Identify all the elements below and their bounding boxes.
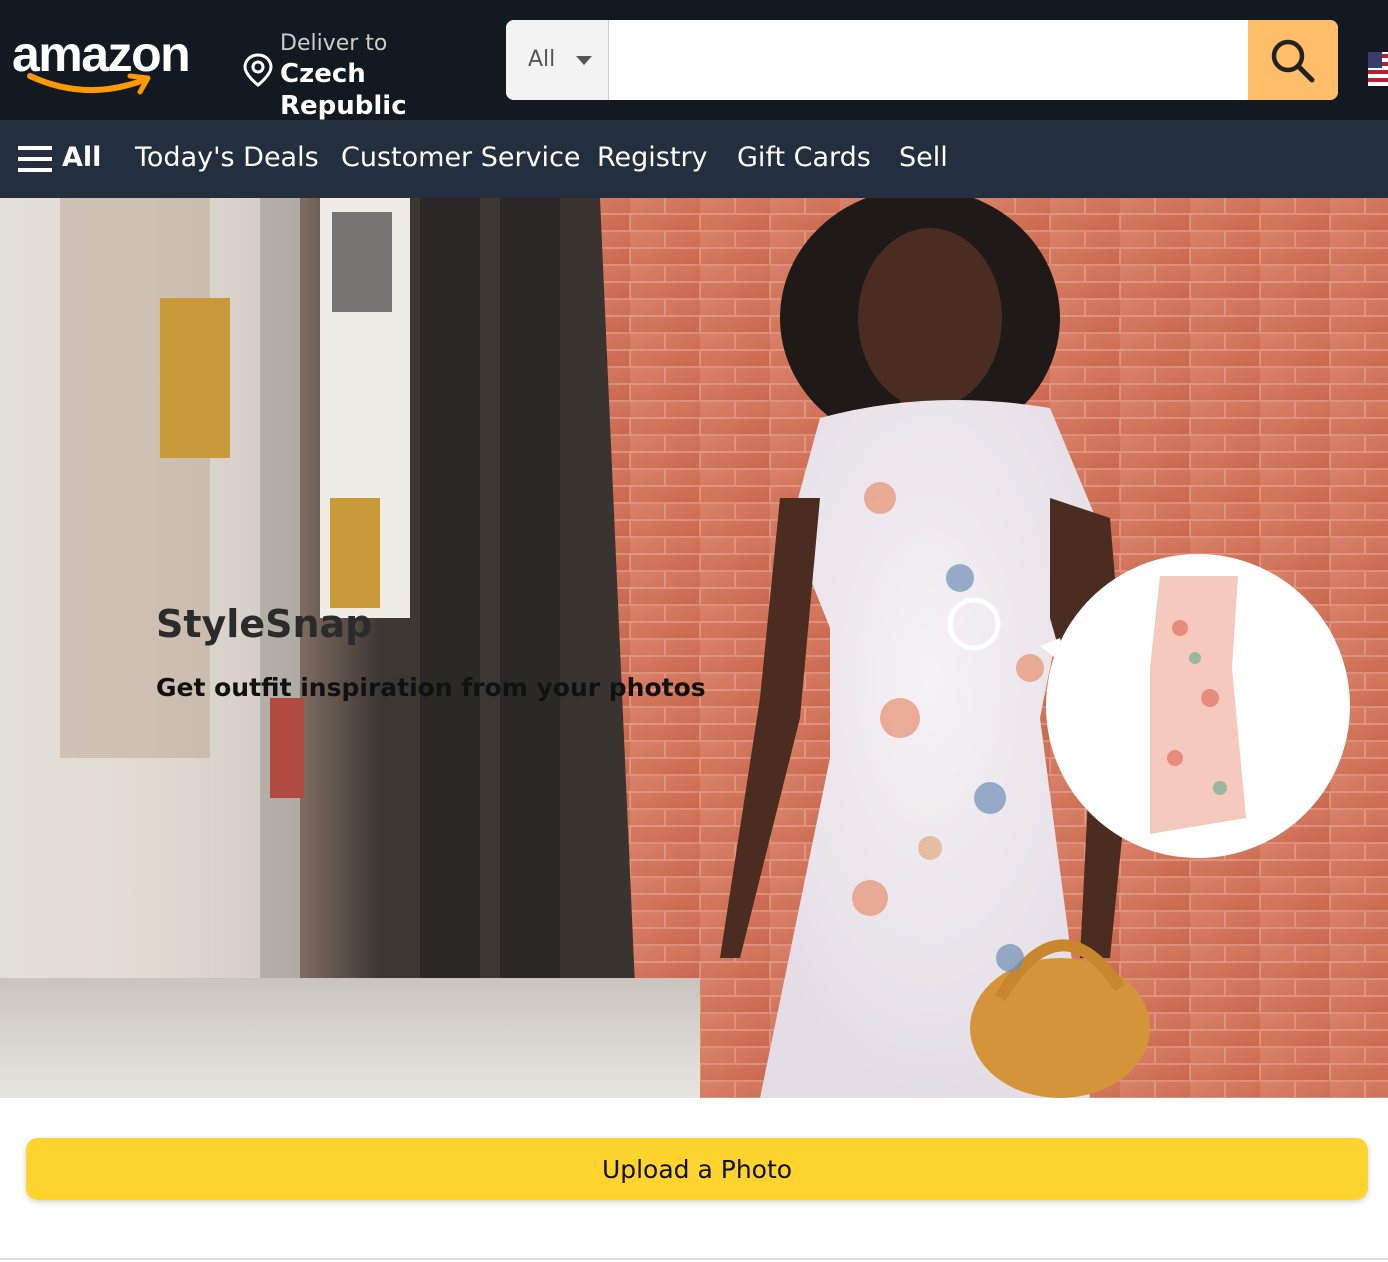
nav-customer-service[interactable]: Customer Service bbox=[341, 140, 581, 176]
bottom-divider bbox=[0, 1258, 1388, 1260]
nav-sell[interactable]: Sell bbox=[899, 140, 948, 176]
search-input[interactable] bbox=[609, 20, 1248, 100]
nav-all-menu[interactable]: All bbox=[18, 140, 101, 176]
chevron-down-icon bbox=[576, 56, 592, 65]
deliver-location: Czech Republic bbox=[280, 59, 407, 121]
hamburger-menu-icon bbox=[18, 146, 52, 172]
upload-photo-label: Upload a Photo bbox=[601, 1154, 793, 1184]
search-category-label: All bbox=[528, 47, 556, 72]
nav-registry[interactable]: Registry bbox=[597, 140, 708, 176]
search-bar: All bbox=[506, 20, 1338, 100]
search-icon bbox=[1271, 39, 1315, 83]
search-category-dropdown[interactable]: All bbox=[506, 20, 609, 100]
amazon-logo[interactable]: amazon bbox=[12, 24, 212, 98]
nav-gift-cards[interactable]: Gift Cards bbox=[737, 140, 871, 176]
stylesnap-hero: StyleSnap Get outfit inspiration from yo… bbox=[0, 198, 1388, 1098]
deliver-to[interactable]: Deliver to Czech Republic bbox=[242, 28, 492, 121]
nav-todays-deals[interactable]: Today's Deals bbox=[135, 140, 319, 176]
hero-title: StyleSnap bbox=[156, 602, 373, 646]
top-header: amazon Deliver to Czech Republic All bbox=[0, 0, 1388, 121]
upload-photo-button[interactable]: Upload a Photo bbox=[26, 1138, 1368, 1200]
hero-subtitle: Get outfit inspiration from your photos bbox=[156, 668, 706, 708]
location-pin-icon bbox=[243, 53, 273, 87]
deliver-label: Deliver to bbox=[280, 31, 388, 56]
nav-all-label: All bbox=[62, 142, 102, 173]
main-nav: All Today's Deals Customer Service Regis… bbox=[0, 120, 1388, 198]
hero-image bbox=[0, 198, 1388, 1098]
search-button[interactable] bbox=[1248, 20, 1338, 100]
logo-smile-icon bbox=[27, 73, 151, 95]
us-flag-icon[interactable] bbox=[1368, 52, 1388, 86]
